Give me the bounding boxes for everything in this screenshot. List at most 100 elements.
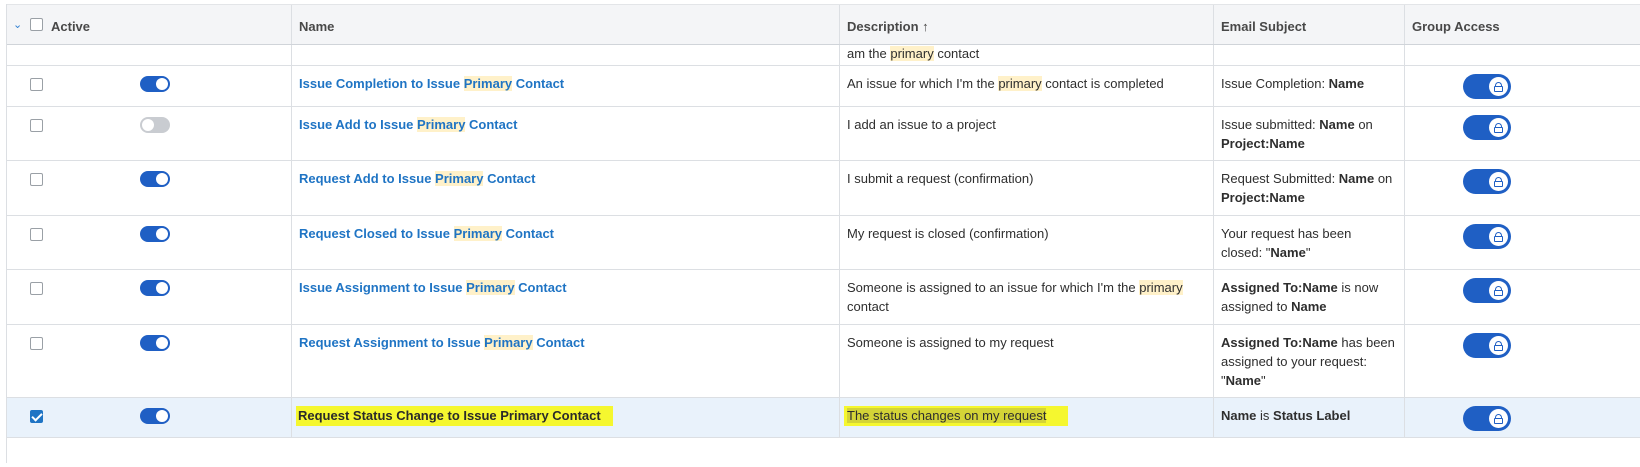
description-text: Someone is assigned to my request xyxy=(847,335,1054,350)
subject-field: Name xyxy=(1221,408,1257,423)
subject-field: Status Label xyxy=(1273,408,1351,423)
row-email-subject: Request Submitted: Name on Project:Name xyxy=(1221,169,1396,207)
lock-icon xyxy=(1494,176,1503,187)
active-toggle[interactable] xyxy=(140,117,170,133)
row-email-subject: Your request has been closed: "Name" xyxy=(1221,224,1396,262)
description-text: The status changes on my request xyxy=(847,408,1047,423)
subject-text: Issue Completion: xyxy=(1221,76,1329,91)
row-email-subject: Name is Status Label xyxy=(1221,406,1396,425)
subject-text: Request Submitted: xyxy=(1221,171,1339,186)
name-text: Request Status Change to Issue Primary C… xyxy=(296,406,613,426)
subject-field: Assigned To:Name xyxy=(1221,335,1338,350)
row-name-link[interactable]: Issue Completion to Issue Primary Contac… xyxy=(299,74,831,93)
subject-text: " xyxy=(1305,245,1311,260)
chevron-down-icon[interactable]: ⌄ xyxy=(13,19,25,31)
row-description: The status changes on my request xyxy=(844,406,1205,426)
name-text: Issue Assignment to Issue xyxy=(299,280,467,295)
name-highlight: Primary xyxy=(417,117,466,132)
group-access-toggle[interactable] xyxy=(1463,224,1511,249)
active-toggle[interactable] xyxy=(140,226,170,242)
column-header-name[interactable]: Name xyxy=(299,19,334,34)
name-text: Request Add to Issue xyxy=(299,171,436,186)
lock-icon xyxy=(1494,122,1503,133)
group-access-toggle[interactable] xyxy=(1463,115,1511,140)
subject-text: Issue submitted: xyxy=(1221,117,1320,132)
description-text: My request is closed (confirmation) xyxy=(847,226,1049,241)
select-all-checkbox[interactable] xyxy=(30,18,43,31)
row-checkbox[interactable] xyxy=(30,173,43,186)
row-description: I add an issue to a project xyxy=(847,115,1205,134)
group-access-toggle[interactable] xyxy=(1463,333,1511,358)
row-name-link[interactable]: Request Assignment to Issue Primary Cont… xyxy=(299,333,831,352)
table-row[interactable]: Issue Add to Issue Primary Contact I add … xyxy=(7,107,1640,161)
description-text: Someone is assigned to an issue for whic… xyxy=(847,280,1140,295)
lock-icon xyxy=(1494,285,1503,296)
row-description: am the primary contact xyxy=(847,46,980,61)
name-text: Contact xyxy=(483,171,536,186)
subject-field: Name xyxy=(1270,245,1306,260)
row-checkbox[interactable] xyxy=(30,119,43,132)
active-toggle[interactable] xyxy=(140,76,170,92)
table-row[interactable]: Request Add to Issue Primary Contact I su… xyxy=(7,161,1640,216)
name-text: Contact xyxy=(465,117,518,132)
description-text: I add an issue to a project xyxy=(847,117,996,132)
description-text: An issue for which I'm the xyxy=(847,76,999,91)
row-name-link[interactable]: Request Status Change to Issue Primary C… xyxy=(296,406,831,426)
row-description: An issue for which I'm the primary conta… xyxy=(847,74,1205,93)
active-toggle[interactable] xyxy=(140,408,170,424)
column-header-active[interactable]: Active xyxy=(51,19,90,34)
description-text: contact xyxy=(847,299,889,314)
lock-icon xyxy=(1494,81,1503,92)
row-name-link[interactable]: Issue Assignment to Issue Primary Contac… xyxy=(299,278,831,297)
name-text: Request Closed to Issue xyxy=(299,226,454,241)
group-access-toggle[interactable] xyxy=(1463,406,1511,431)
group-access-toggle[interactable] xyxy=(1463,169,1511,194)
table-row[interactable]: Request Closed to Issue Primary Contact M… xyxy=(7,216,1640,270)
name-text: Issue Completion to Issue xyxy=(299,76,464,91)
group-access-toggle[interactable] xyxy=(1463,74,1511,99)
row-checkbox[interactable] xyxy=(30,78,43,91)
lock-icon xyxy=(1494,413,1503,424)
row-checkbox[interactable] xyxy=(30,410,43,423)
name-text: Contact xyxy=(514,280,567,295)
sort-ascending-icon: ↑ xyxy=(922,19,929,34)
description-highlight: primary xyxy=(1139,280,1183,295)
row-checkbox[interactable] xyxy=(30,337,43,350)
column-header-description[interactable]: Description ↑ xyxy=(847,19,929,34)
column-header-group-access[interactable]: Group Access xyxy=(1412,19,1500,34)
subject-text: " xyxy=(1261,373,1266,388)
description-text: I submit a request (confirmation) xyxy=(847,171,1034,186)
row-name-link[interactable]: Request Add to Issue Primary Contact xyxy=(299,169,831,188)
active-toggle[interactable] xyxy=(140,171,170,187)
name-highlight: Primary xyxy=(466,280,515,295)
row-checkbox[interactable] xyxy=(30,282,43,295)
subject-field: Name xyxy=(1291,299,1327,314)
subject-field: Assigned To:Name xyxy=(1221,280,1338,295)
row-name-link[interactable]: Request Closed to Issue Primary Contact xyxy=(299,224,831,243)
table-row[interactable]: Issue Assignment to Issue Primary Contac… xyxy=(7,270,1640,325)
row-name-link[interactable]: Issue Add to Issue Primary Contact xyxy=(299,115,831,134)
active-toggle[interactable] xyxy=(140,280,170,296)
subject-text: is xyxy=(1256,408,1274,423)
name-highlight: Primary xyxy=(463,76,513,91)
name-text: Request Assignment to Issue xyxy=(299,335,485,350)
subject-text: on xyxy=(1354,117,1373,132)
table-row[interactable]: Request Status Change to Issue Primary C… xyxy=(7,398,1640,438)
subject-field: Name xyxy=(1338,171,1375,186)
group-access-toggle[interactable] xyxy=(1463,278,1511,303)
name-text: Contact xyxy=(502,226,555,241)
name-text: Contact xyxy=(512,76,565,91)
description-text: contact is completed xyxy=(1041,76,1164,91)
column-header-email-subject[interactable]: Email Subject xyxy=(1221,19,1306,34)
name-text: Contact xyxy=(532,335,585,350)
row-checkbox[interactable] xyxy=(30,228,43,241)
table-row[interactable]: Issue Completion to Issue Primary Contac… xyxy=(7,66,1640,107)
row-email-subject: Assigned To:Name has been assigned to yo… xyxy=(1221,333,1396,390)
active-toggle[interactable] xyxy=(140,335,170,351)
subject-field: Name xyxy=(1319,117,1355,132)
table-row[interactable]: Request Assignment to Issue Primary Cont… xyxy=(7,325,1640,398)
subject-field: Project:Name xyxy=(1221,190,1305,205)
name-text: Issue Add to Issue xyxy=(299,117,417,132)
row-description: Someone is assigned to my request xyxy=(847,333,1205,352)
lock-icon xyxy=(1494,231,1503,242)
